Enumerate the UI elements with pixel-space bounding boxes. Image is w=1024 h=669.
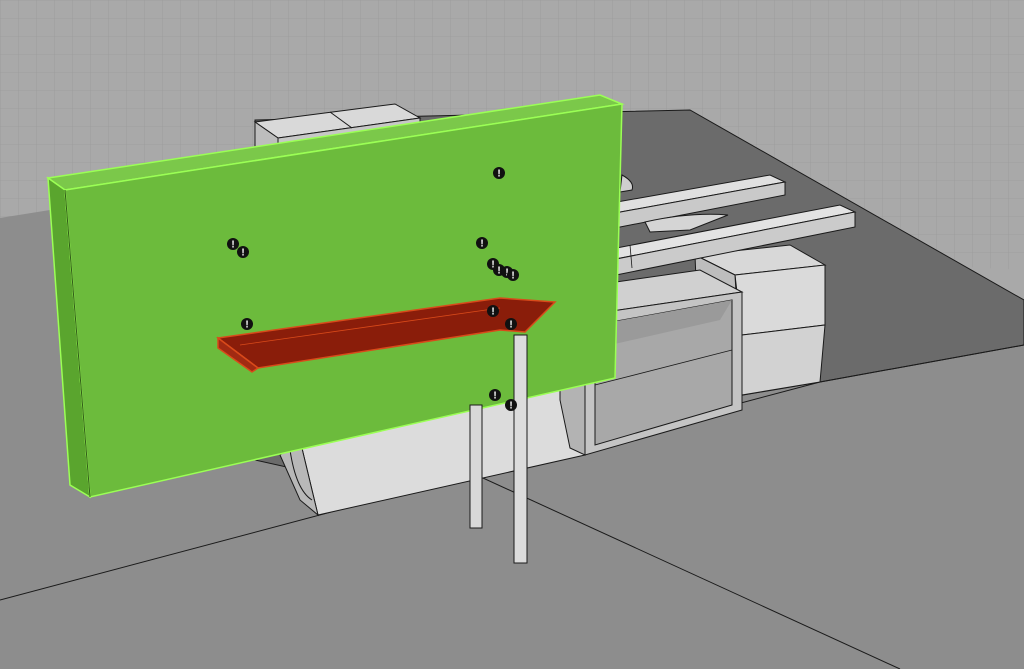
warning-marker-glyph: !	[511, 271, 514, 282]
warning-marker-glyph: !	[509, 401, 512, 412]
support-post-front[interactable]	[513, 334, 528, 564]
3d-viewport[interactable]: !!!!!!!!!!!!!	[0, 0, 1024, 669]
support-post-back[interactable]	[469, 404, 483, 529]
warning-marker-glyph: !	[231, 240, 234, 251]
warning-marker-glyph: !	[241, 248, 244, 259]
warning-marker-glyph: !	[493, 391, 496, 402]
warning-marker-glyph: !	[491, 307, 494, 318]
warning-marker-glyph: !	[480, 239, 483, 250]
warning-marker-glyph: !	[509, 320, 512, 331]
warning-marker-glyph: !	[497, 169, 500, 180]
warning-marker-glyph: !	[497, 266, 500, 277]
warning-marker-glyph: !	[245, 320, 248, 331]
